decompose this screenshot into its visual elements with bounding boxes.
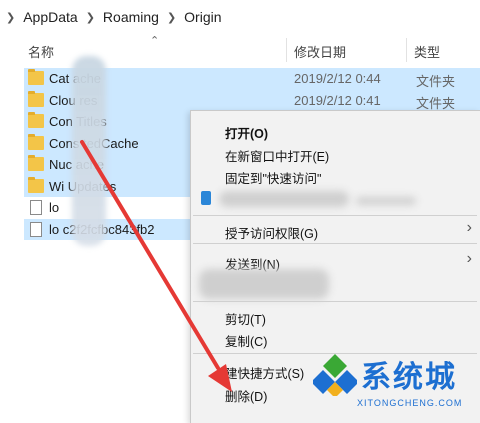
logo-icon <box>313 354 357 396</box>
watermark: 系统城 XITONGCHENG.COM <box>305 348 480 418</box>
watermark-subtitle: XITONGCHENG.COM <box>357 398 463 408</box>
watermark-title: 系统城 <box>361 360 457 395</box>
